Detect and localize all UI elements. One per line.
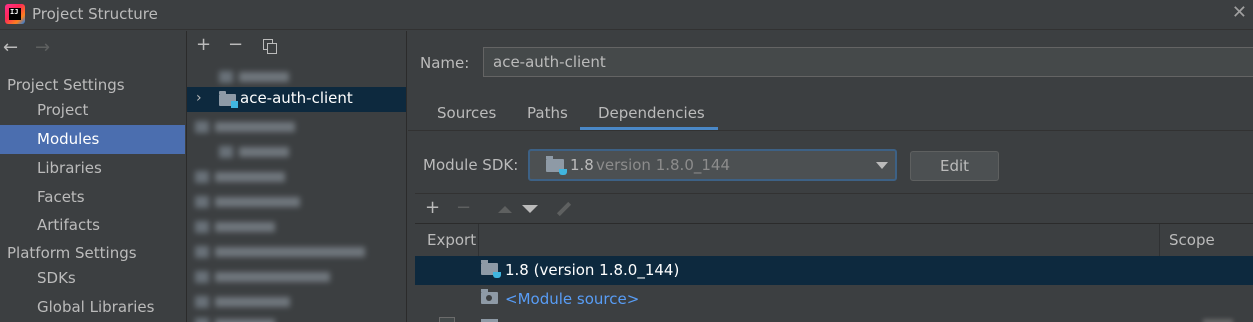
- module-name-field[interactable]: ace-auth-client: [483, 47, 1253, 77]
- title-bar: IJ Project Structure ✕: [0, 0, 1253, 30]
- sidebar-item-modules[interactable]: Modules: [0, 125, 185, 154]
- blurred-module-item[interactable]: [195, 316, 275, 322]
- module-details-panel: Name: ace-auth-client Sources Paths Depe…: [408, 31, 1253, 322]
- blurred-module-item[interactable]: [195, 169, 285, 183]
- dependency-label: <Module source>: [505, 290, 640, 308]
- jdk-folder-icon: [546, 156, 567, 175]
- copy-module-icon[interactable]: [263, 39, 277, 54]
- export-checkbox[interactable]: [439, 317, 455, 322]
- blurred-module-item[interactable]: [195, 294, 290, 308]
- blurred-module-item[interactable]: [195, 219, 275, 233]
- blurred-module-item[interactable]: [195, 119, 295, 133]
- blurred-module-item[interactable]: [195, 269, 330, 283]
- edit-pencil-icon[interactable]: [556, 201, 572, 217]
- sidebar-item-libraries[interactable]: Libraries: [0, 154, 185, 183]
- sdk-version: version 1.8.0_144: [596, 156, 731, 174]
- column-header-scope[interactable]: Scope: [1169, 224, 1215, 256]
- dependencies-toolbar: + −: [415, 193, 1253, 223]
- column-header-export[interactable]: Export: [427, 224, 476, 256]
- tabs-divider: [408, 130, 1253, 131]
- close-icon[interactable]: ✕: [1232, 3, 1247, 23]
- project-settings-header: Project Settings: [7, 76, 125, 94]
- module-folder-icon: [219, 91, 238, 108]
- jdk-folder-icon: [481, 260, 501, 278]
- window-title: Project Structure: [32, 5, 158, 23]
- sidebar-item-project[interactable]: Project: [0, 96, 185, 125]
- sidebar-item-artifacts[interactable]: Artifacts: [0, 211, 185, 240]
- module-sdk-dropdown[interactable]: 1.8 version 1.8.0_144: [528, 149, 897, 181]
- column-divider: [1159, 224, 1160, 256]
- blurred-module-item[interactable]: [219, 144, 289, 158]
- move-down-icon[interactable]: [522, 205, 538, 213]
- edit-sdk-button[interactable]: Edit: [910, 151, 999, 181]
- move-up-icon[interactable]: [498, 206, 512, 213]
- name-label: Name:: [420, 54, 470, 72]
- add-module-icon[interactable]: +: [196, 36, 211, 54]
- back-arrow-icon[interactable]: ←: [3, 37, 18, 58]
- blurred-module-item[interactable]: [195, 244, 365, 258]
- tab-paths[interactable]: Paths: [527, 104, 568, 122]
- modules-tree-panel: + − › ace-auth-client: [186, 31, 407, 322]
- intellij-app-icon: IJ: [5, 4, 25, 24]
- table-row[interactable]: 1.8 (version 1.8.0_144): [415, 256, 1253, 285]
- tab-sources[interactable]: Sources: [437, 104, 496, 122]
- chevron-right-icon[interactable]: ›: [196, 90, 202, 106]
- blurred-module-item[interactable]: [219, 69, 289, 83]
- module-sdk-label: Module SDK:: [423, 156, 519, 174]
- forward-arrow-icon[interactable]: →: [35, 37, 50, 58]
- settings-sidebar: ← → Project Settings Project Modules Lib…: [0, 31, 185, 322]
- tab-dependencies[interactable]: Dependencies: [598, 104, 705, 122]
- module-item-selected[interactable]: › ace-auth-client: [187, 87, 406, 112]
- sidebar-item-sdks[interactable]: SDKs: [0, 264, 185, 293]
- sidebar-item-global-libraries[interactable]: Global Libraries: [0, 293, 185, 322]
- sidebar-item-facets[interactable]: Facets: [0, 183, 185, 212]
- dropdown-caret-icon: [876, 162, 888, 169]
- column-divider: [478, 224, 479, 256]
- dependencies-table: Export Scope 1.8 (version 1.8.0_144) <Mo…: [415, 223, 1253, 322]
- module-item-label: ace-auth-client: [240, 89, 353, 107]
- blurred-module-item[interactable]: [195, 194, 300, 208]
- platform-settings-header: Platform Settings: [7, 244, 137, 262]
- module-source-icon: [481, 289, 498, 304]
- add-dependency-icon[interactable]: +: [425, 199, 440, 217]
- remove-module-icon[interactable]: −: [228, 36, 243, 54]
- remove-dependency-icon[interactable]: −: [456, 199, 471, 217]
- sdk-name: 1.8: [570, 156, 594, 174]
- dependency-label: 1.8 (version 1.8.0_144): [505, 261, 680, 279]
- app-icon-text: IJ: [10, 8, 19, 16]
- table-row[interactable]: <Module source>: [415, 285, 1253, 314]
